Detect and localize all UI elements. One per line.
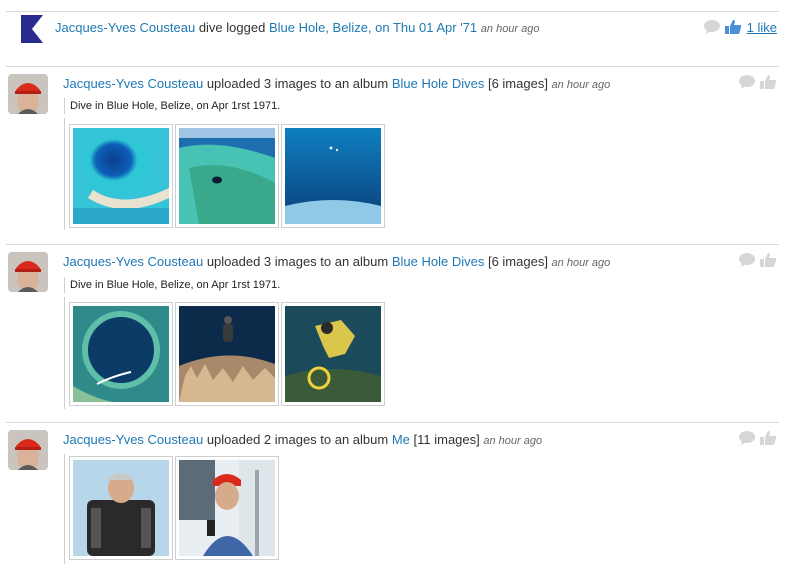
feed-headline: Jacques-Yves Cousteau dive logged Blue H… — [55, 20, 540, 35]
actor-link[interactable]: Jacques-Yves Cousteau — [55, 20, 195, 35]
album-count: [6 images] — [484, 254, 552, 269]
image-gallery — [69, 124, 385, 228]
feed-verb: uploaded 2 images to an album — [203, 432, 392, 447]
album-link[interactable]: Blue Hole Dives — [392, 76, 485, 91]
thumbs-up-icon[interactable] — [759, 430, 777, 446]
feed-actions — [738, 74, 777, 90]
divider — [6, 11, 779, 12]
logbook-logo — [21, 15, 43, 43]
divider — [6, 422, 779, 423]
thumbs-up-icon[interactable] — [759, 252, 777, 268]
comment-icon[interactable] — [738, 252, 756, 268]
image-thumbnail[interactable] — [69, 124, 173, 228]
feed-verb: uploaded 3 images to an album — [203, 254, 392, 269]
actor-link[interactable]: Jacques-Yves Cousteau — [63, 432, 203, 447]
comment-icon[interactable] — [738, 430, 756, 446]
image-thumbnail[interactable] — [281, 124, 385, 228]
feed-verb: dive logged — [195, 20, 269, 35]
image-thumbnail[interactable] — [175, 302, 279, 406]
divider — [64, 454, 65, 564]
divider — [6, 66, 779, 67]
avatar[interactable] — [8, 252, 48, 292]
diver-light-image — [285, 306, 381, 402]
image-thumbnail[interactable] — [69, 302, 173, 406]
blue-hole-reef-image — [179, 128, 275, 224]
album-count: [11 images] — [409, 432, 484, 447]
divider — [64, 118, 65, 230]
album-caption: Dive in Blue Hole, Belize, on Apr 1rst 1… — [64, 98, 280, 114]
image-thumbnail[interactable] — [175, 124, 279, 228]
comment-icon[interactable] — [703, 19, 721, 35]
actor-link[interactable]: Jacques-Yves Cousteau — [63, 254, 203, 269]
album-link[interactable]: Blue Hole Dives — [392, 254, 485, 269]
image-gallery — [69, 456, 279, 560]
divider — [6, 244, 779, 245]
underwater-image — [285, 128, 381, 224]
album-link[interactable]: Me — [392, 432, 410, 447]
album-count: [6 images] — [484, 76, 552, 91]
blue-hole-aerial-image — [73, 128, 169, 224]
image-thumbnail[interactable] — [175, 456, 279, 560]
feed-actions — [738, 430, 777, 446]
feed-headline: Jacques-Yves Cousteau uploaded 3 images … — [63, 254, 610, 269]
thumbs-up-icon[interactable] — [759, 74, 777, 90]
cousteau-boat-image — [179, 460, 275, 556]
feed-verb: uploaded 3 images to an album — [203, 76, 392, 91]
image-thumbnail[interactable] — [69, 456, 173, 560]
feed-actions — [738, 252, 777, 268]
timestamp: an hour ago — [551, 257, 611, 269]
album-caption: Dive in Blue Hole, Belize, on Apr 1rst 1… — [64, 277, 280, 293]
actor-link[interactable]: Jacques-Yves Cousteau — [63, 76, 203, 91]
cousteau-scuba-image — [73, 460, 169, 556]
like-count[interactable]: 1 like — [747, 20, 777, 35]
image-thumbnail[interactable] — [281, 302, 385, 406]
blue-hole-aerial-image — [73, 306, 169, 402]
feed-headline: Jacques-Yves Cousteau uploaded 2 images … — [63, 432, 542, 447]
feed-actions: 1 like — [703, 19, 777, 35]
thumbs-up-icon[interactable] — [724, 19, 742, 35]
feed-headline: Jacques-Yves Cousteau uploaded 3 images … — [63, 76, 610, 91]
dive-link[interactable]: Blue Hole, Belize, on Thu 01 Apr '71 — [269, 20, 477, 35]
avatar[interactable] — [8, 430, 48, 470]
comment-icon[interactable] — [738, 74, 756, 90]
timestamp: an hour ago — [480, 23, 540, 35]
avatar[interactable] — [8, 74, 48, 114]
timestamp: an hour ago — [551, 79, 611, 91]
image-gallery — [69, 302, 385, 406]
diver-coral-image — [179, 306, 275, 402]
divider — [64, 297, 65, 409]
timestamp: an hour ago — [483, 435, 543, 447]
